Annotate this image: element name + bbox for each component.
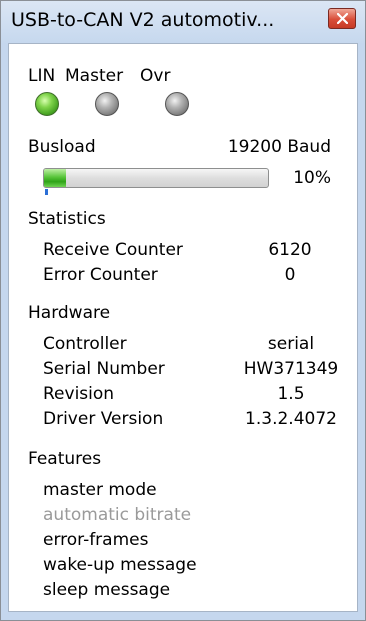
feature-master-mode: master mode (43, 480, 157, 500)
baud-rate-value: 19200 Baud (227, 137, 331, 157)
driver-version-value: 1.3.2.4072 (245, 409, 337, 429)
feature-automatic-bitrate: automatic bitrate (43, 505, 192, 525)
receive-counter-value: 6120 (268, 240, 312, 260)
features-heading: Features (28, 449, 102, 469)
indicator-ovr-led (165, 92, 189, 116)
busload-progress-bar (43, 168, 269, 188)
indicator-label-lin: LIN (28, 66, 56, 86)
error-counter-value: 0 (284, 265, 296, 285)
controller-label: Controller (43, 334, 127, 354)
status-panel: LIN Master Ovr Busload 19200 Baud 10% St… (8, 43, 358, 612)
window-title: USB-to-CAN V2 automotiv... (11, 9, 275, 31)
busload-peak-marker (45, 189, 48, 195)
feature-wake-up-message: wake-up message (43, 555, 197, 575)
busload-progress-fill (44, 169, 67, 187)
revision-value: 1.5 (277, 384, 305, 404)
controller-value: serial (267, 334, 315, 354)
indicator-label-ovr: Ovr (140, 66, 171, 86)
feature-sleep-message: sleep message (43, 580, 171, 600)
error-counter-label: Error Counter (43, 265, 158, 285)
serial-number-label: Serial Number (43, 359, 165, 379)
driver-version-label: Driver Version (43, 409, 164, 429)
indicator-master-led (95, 92, 119, 116)
statistics-heading: Statistics (28, 209, 106, 229)
close-icon (337, 13, 348, 24)
revision-label: Revision (43, 384, 115, 404)
status-window: USB-to-CAN V2 automotiv... LIN Master Ov… (0, 0, 366, 621)
feature-error-frames: error-frames (43, 530, 149, 550)
busload-percent: 10% (293, 168, 331, 188)
hardware-heading: Hardware (28, 303, 111, 323)
serial-number-value: HW371349 (243, 359, 339, 379)
busload-label: Busload (28, 137, 96, 157)
indicator-lin-led (35, 92, 59, 116)
indicator-label-master: Master (65, 66, 124, 86)
receive-counter-label: Receive Counter (43, 240, 183, 260)
close-button[interactable] (328, 8, 356, 29)
title-bar[interactable]: USB-to-CAN V2 automotiv... (1, 1, 365, 43)
